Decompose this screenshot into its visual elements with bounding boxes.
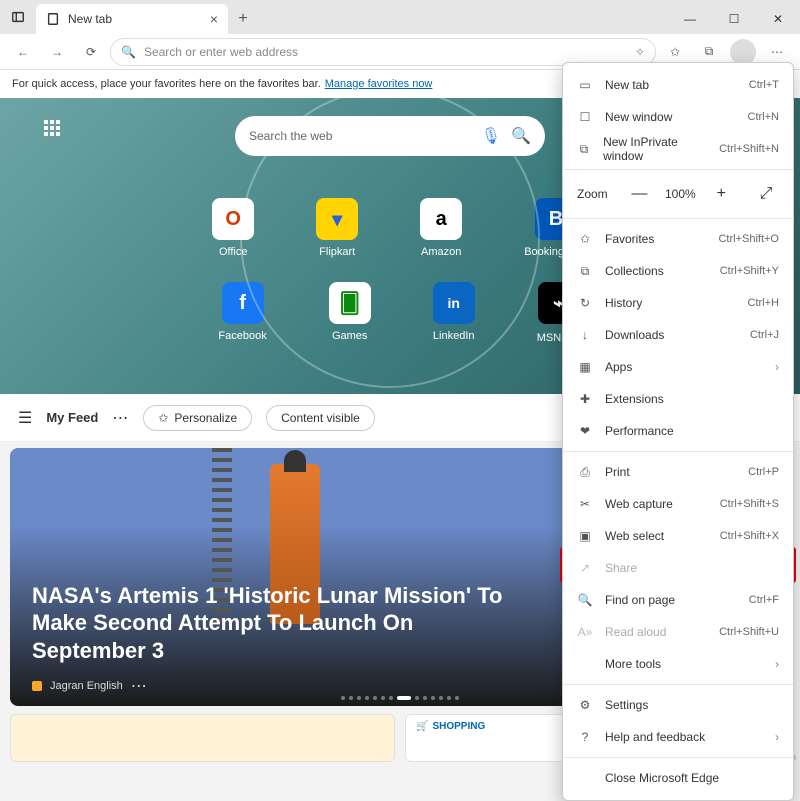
new-tab-icon: ▭ xyxy=(577,78,593,92)
zoom-in-button[interactable]: + xyxy=(708,181,734,207)
apps-icon: ▦ xyxy=(577,360,593,374)
history-icon: ↻ xyxy=(577,296,593,310)
personalize-button[interactable]: ✩Personalize xyxy=(143,405,252,431)
menu-apps[interactable]: ▦Apps› xyxy=(563,351,793,383)
menu-web-select[interactable]: ▣Web selectCtrl+Shift+X xyxy=(563,520,793,552)
forward-button[interactable]: → xyxy=(42,37,72,67)
menu-performance[interactable]: ❤Performance xyxy=(563,415,793,447)
new-window-icon: ☐ xyxy=(577,110,593,124)
new-tab-button[interactable]: + xyxy=(228,4,258,34)
performance-icon: ❤ xyxy=(577,424,593,438)
maximize-button[interactable]: ☐ xyxy=(712,4,756,34)
menu-zoom: Zoom — 100% + ⤢ xyxy=(563,174,793,214)
news-source: Jagran English⋯ xyxy=(32,676,148,696)
tab-actions-button[interactable] xyxy=(0,0,36,34)
browser-tab[interactable]: New tab × xyxy=(36,4,228,34)
menu-collections[interactable]: ⧉CollectionsCtrl+Shift+Y xyxy=(563,255,793,287)
card-left[interactable] xyxy=(10,714,395,762)
zoom-out-button[interactable]: — xyxy=(626,181,652,207)
tab-actions-icon xyxy=(11,10,25,24)
find-icon: 🔍 xyxy=(577,593,593,607)
menu-separator xyxy=(563,451,793,452)
menu-print[interactable]: ⎙PrintCtrl+P xyxy=(563,456,793,488)
tile-label: Facebook xyxy=(218,330,266,342)
downloads-icon: ↓ xyxy=(577,328,593,342)
news-more-button[interactable]: ⋯ xyxy=(131,676,148,696)
add-favorite-icon[interactable]: ✧ xyxy=(635,45,645,59)
menu-read-aloud: A»Read aloudCtrl+Shift+U xyxy=(563,616,793,648)
address-placeholder: Search or enter web address xyxy=(144,45,298,59)
menu-new-window[interactable]: ☐New windowCtrl+N xyxy=(563,101,793,133)
page-settings-button[interactable] xyxy=(44,120,62,138)
feed-label: My Feed xyxy=(46,410,98,425)
title-bar: New tab × + — ☐ ✕ xyxy=(0,0,800,34)
menu-new-tab[interactable]: ▭New tabCtrl+T xyxy=(563,69,793,101)
chevron-right-icon: › xyxy=(775,657,779,671)
menu-share: ↗Share xyxy=(563,552,793,584)
fullscreen-button[interactable]: ⤢ xyxy=(753,181,779,207)
chevron-right-icon: › xyxy=(775,730,779,744)
zoom-label: Zoom xyxy=(577,187,608,201)
manage-favorites-link[interactable]: Manage favorites now xyxy=(325,78,433,90)
close-tab-button[interactable]: × xyxy=(210,11,218,27)
minimize-button[interactable]: — xyxy=(668,4,712,34)
tab-title: New tab xyxy=(68,12,112,26)
settings-menu: ▭New tabCtrl+T ☐New windowCtrl+N ⧉New In… xyxy=(562,62,794,801)
menu-separator xyxy=(563,218,793,219)
avatar xyxy=(730,39,756,65)
refresh-button[interactable]: ⟳ xyxy=(76,37,106,67)
menu-separator xyxy=(563,757,793,758)
gear-icon: ⚙ xyxy=(577,698,593,712)
source-logo xyxy=(32,681,42,691)
menu-separator xyxy=(563,169,793,170)
star-icon: ✩ xyxy=(158,411,168,425)
news-headline: NASA's Artemis 1 'Historic Lunar Mission… xyxy=(32,582,532,665)
menu-favorites[interactable]: ✩FavoritesCtrl+Shift+O xyxy=(563,223,793,255)
bubble-decoration xyxy=(240,98,540,388)
menu-more-tools[interactable]: More tools› xyxy=(563,648,793,680)
search-icon: 🔍 xyxy=(121,45,136,59)
menu-web-capture[interactable]: ✂Web captureCtrl+Shift+S xyxy=(563,488,793,520)
feed-menu-button[interactable]: ☰ xyxy=(18,408,32,428)
feed-more-button[interactable]: ⋯ xyxy=(112,408,129,428)
menu-separator xyxy=(563,684,793,685)
menu-extensions[interactable]: ✚Extensions xyxy=(563,383,793,415)
menu-close-edge[interactable]: Close Microsoft Edge xyxy=(563,762,793,794)
inprivate-icon: ⧉ xyxy=(577,142,591,157)
menu-history[interactable]: ↻HistoryCtrl+H xyxy=(563,287,793,319)
chevron-right-icon: › xyxy=(775,360,779,374)
help-icon: ? xyxy=(577,730,593,744)
collections-icon: ⧉ xyxy=(577,264,593,279)
menu-help[interactable]: ?Help and feedback› xyxy=(563,721,793,753)
extensions-icon: ✚ xyxy=(577,392,593,406)
page-icon xyxy=(46,12,60,26)
close-window-button[interactable]: ✕ xyxy=(756,4,800,34)
zoom-value: 100% xyxy=(662,187,698,201)
menu-new-inprivate[interactable]: ⧉New InPrivate windowCtrl+Shift+N xyxy=(563,133,793,165)
search-submit-icon[interactable]: 🔍 xyxy=(511,126,531,146)
content-visible-button[interactable]: Content visible xyxy=(266,405,375,431)
carousel-dots[interactable] xyxy=(341,696,459,700)
menu-settings[interactable]: ⚙Settings xyxy=(563,689,793,721)
window-controls: — ☐ ✕ xyxy=(668,4,800,34)
web-capture-icon: ✂ xyxy=(577,497,593,511)
favorites-icon: ✩ xyxy=(577,232,593,246)
share-icon: ↗ xyxy=(577,561,593,575)
read-aloud-icon: A» xyxy=(577,625,593,639)
menu-downloads[interactable]: ↓DownloadsCtrl+J xyxy=(563,319,793,351)
print-icon: ⎙ xyxy=(577,465,593,480)
favbar-text: For quick access, place your favorites h… xyxy=(12,78,321,90)
back-button[interactable]: ← xyxy=(8,37,38,67)
menu-find[interactable]: 🔍Find on pageCtrl+F xyxy=(563,584,793,616)
web-select-icon: ▣ xyxy=(577,529,593,543)
